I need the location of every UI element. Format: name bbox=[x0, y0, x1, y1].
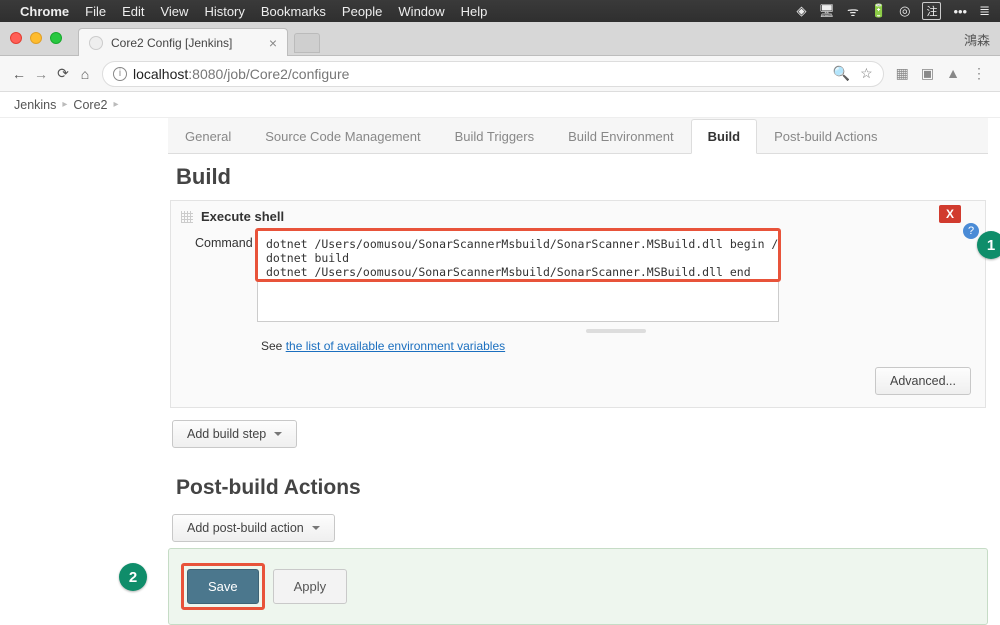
back-button[interactable]: ← bbox=[8, 66, 30, 82]
reload-button[interactable]: ⟳ bbox=[52, 65, 74, 82]
annotation-callout-1: 1 bbox=[977, 231, 1000, 259]
tab-scm[interactable]: Source Code Management bbox=[248, 119, 437, 153]
menu-file[interactable]: File bbox=[85, 4, 106, 19]
menu-window[interactable]: Window bbox=[398, 4, 444, 19]
extension-icon-1[interactable]: ▦ bbox=[896, 65, 909, 82]
site-info-icon[interactable]: i bbox=[113, 67, 127, 81]
command-label: Command bbox=[195, 230, 257, 333]
chrome-toolbar: ← → ⟳ ⌂ i localhost:8080/job/Core2/confi… bbox=[0, 56, 1000, 92]
add-build-step-dropdown[interactable]: Add build step bbox=[172, 420, 297, 448]
browser-tab[interactable]: Core2 Config [Jenkins] × bbox=[78, 28, 288, 56]
macos-menu-bar: Chrome File Edit View History Bookmarks … bbox=[0, 0, 1000, 22]
overflow-icon[interactable]: ••• bbox=[953, 4, 967, 19]
tab-title: Core2 Config [Jenkins] bbox=[111, 36, 232, 50]
config-tabs: General Source Code Management Build Tri… bbox=[168, 118, 988, 154]
tab-close-icon[interactable]: × bbox=[269, 35, 277, 51]
home-button[interactable]: ⌂ bbox=[74, 66, 96, 82]
tab-triggers[interactable]: Build Triggers bbox=[438, 119, 551, 153]
search-in-page-icon[interactable]: 🔍 bbox=[833, 65, 850, 82]
zoom-window-icon[interactable] bbox=[50, 32, 62, 44]
drag-handle-icon[interactable] bbox=[181, 211, 193, 223]
tab-postbuild[interactable]: Post-build Actions bbox=[757, 119, 894, 153]
apply-button[interactable]: Apply bbox=[273, 569, 348, 604]
url-path: /job/Core2/configure bbox=[223, 66, 349, 82]
env-variables-link[interactable]: the list of available environment variab… bbox=[286, 339, 505, 353]
status-icon[interactable]: ◈ bbox=[797, 3, 807, 19]
breadcrumb-sep-icon: ▸ bbox=[113, 99, 118, 110]
delete-step-button[interactable]: X bbox=[939, 205, 961, 223]
tab-environment[interactable]: Build Environment bbox=[551, 119, 691, 153]
address-bar[interactable]: i localhost:8080/job/Core2/configure 🔍 ☆ bbox=[102, 61, 884, 87]
forward-button: → bbox=[30, 66, 52, 82]
chrome-menu-icon[interactable]: ⋮ bbox=[972, 65, 986, 82]
section-heading-postbuild: Post-build Actions bbox=[176, 476, 988, 500]
battery-icon[interactable]: 🔋 bbox=[871, 3, 887, 19]
add-postbuild-action-dropdown[interactable]: Add post-build action bbox=[172, 514, 335, 542]
wifi-icon[interactable]: ᯤ bbox=[847, 2, 859, 20]
close-window-icon[interactable] bbox=[10, 32, 22, 44]
notification-center-icon[interactable]: ≣ bbox=[979, 3, 990, 19]
breadcrumb-item[interactable]: Jenkins bbox=[14, 98, 56, 112]
save-bar: 2 Save Apply bbox=[168, 548, 988, 625]
input-source-icon[interactable]: 注 bbox=[922, 2, 941, 20]
command-textarea[interactable] bbox=[257, 230, 779, 322]
minimize-window-icon[interactable] bbox=[30, 32, 42, 44]
tab-general[interactable]: General bbox=[168, 119, 248, 153]
build-step-box: X ? Execute shell Command 1 See the list… bbox=[170, 200, 986, 408]
menu-view[interactable]: View bbox=[160, 4, 188, 19]
profile-label[interactable]: 鴻森 bbox=[964, 30, 990, 49]
new-tab-button[interactable] bbox=[294, 33, 320, 53]
page-content: General Source Code Management Build Tri… bbox=[0, 118, 1000, 625]
textarea-resize-handle[interactable] bbox=[586, 329, 646, 333]
breadcrumb-item[interactable]: Core2 bbox=[73, 98, 107, 112]
build-step-title: Execute shell bbox=[201, 209, 284, 224]
extension-icon-3[interactable]: ▲ bbox=[946, 65, 960, 82]
window-controls bbox=[10, 32, 62, 44]
menu-people[interactable]: People bbox=[342, 4, 382, 19]
url-host: localhost bbox=[133, 66, 188, 82]
url-port: :8080 bbox=[188, 66, 223, 82]
section-heading-build: Build bbox=[168, 154, 988, 200]
display-icon[interactable]: 🖥 bbox=[819, 3, 836, 19]
breadcrumb: Jenkins ▸ Core2 ▸ bbox=[0, 92, 1000, 118]
tab-favicon-icon bbox=[89, 36, 103, 50]
chrome-tab-strip: Core2 Config [Jenkins] × 鴻森 bbox=[0, 22, 1000, 56]
advanced-button[interactable]: Advanced... bbox=[875, 367, 971, 395]
menu-edit[interactable]: Edit bbox=[122, 4, 144, 19]
menu-help[interactable]: Help bbox=[461, 4, 488, 19]
annotation-callout-2: 2 bbox=[119, 563, 147, 591]
env-help-prefix: See bbox=[261, 339, 286, 353]
menu-history[interactable]: History bbox=[204, 4, 244, 19]
env-help-line: See the list of available environment va… bbox=[261, 339, 985, 353]
save-button[interactable]: Save bbox=[187, 569, 259, 604]
bookmark-star-icon[interactable]: ☆ bbox=[860, 65, 873, 82]
spotlight-icon[interactable]: ◎ bbox=[899, 3, 910, 19]
menu-app[interactable]: Chrome bbox=[20, 4, 69, 19]
extension-icon-2[interactable]: ▣ bbox=[921, 65, 934, 82]
config-panel: General Source Code Management Build Tri… bbox=[168, 118, 988, 542]
tab-build[interactable]: Build bbox=[691, 119, 758, 154]
breadcrumb-sep-icon: ▸ bbox=[62, 99, 67, 110]
menu-bookmarks[interactable]: Bookmarks bbox=[261, 4, 326, 19]
